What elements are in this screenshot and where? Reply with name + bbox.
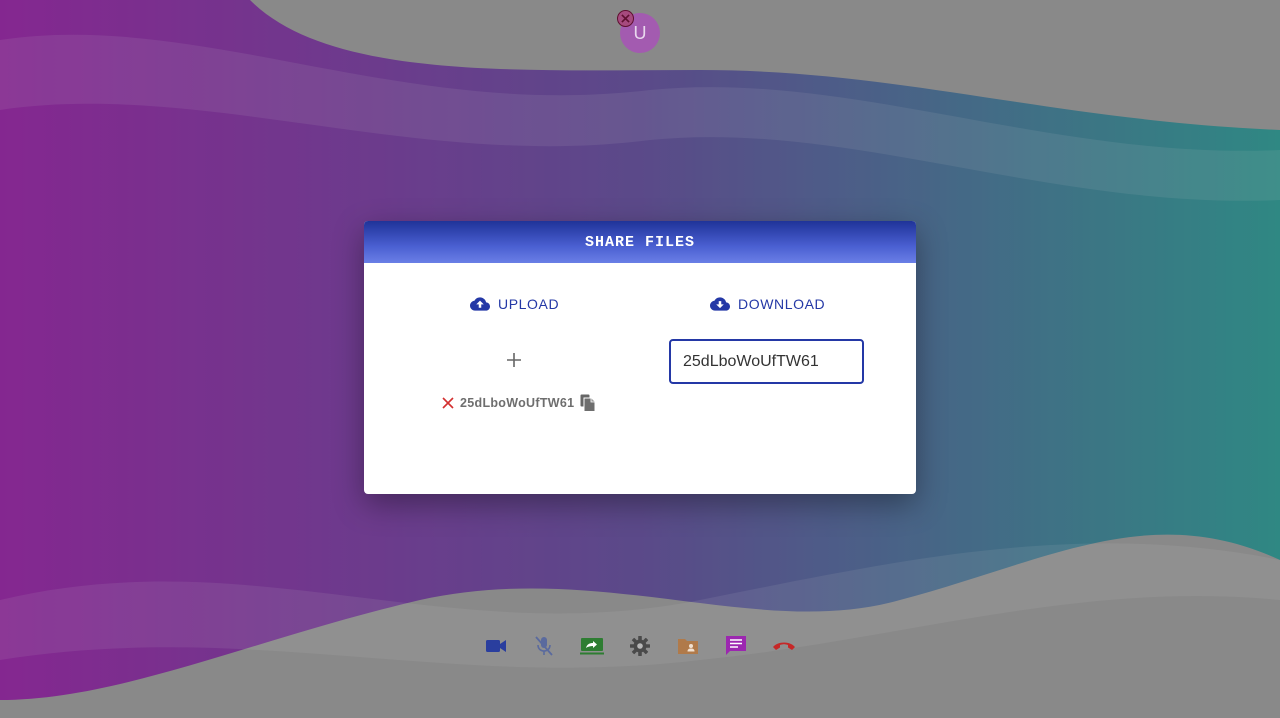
add-file-button[interactable] [504, 348, 524, 372]
plus-icon [507, 353, 521, 367]
hang-up-button[interactable] [772, 634, 796, 658]
call-toolbar [484, 634, 796, 658]
remove-file-icon[interactable] [442, 397, 454, 409]
shared-file-code: 25dLboWoUfTW61 [460, 396, 575, 410]
settings-gear-icon [630, 636, 650, 656]
share-files-dialog: SHARE FILES UPLOAD DOWNLOAD 25dLboWoUfTW… [364, 221, 916, 494]
video-camera-icon [486, 640, 506, 652]
settings-button[interactable] [628, 634, 652, 658]
chat-button[interactable] [724, 634, 748, 658]
hang-up-icon [773, 642, 795, 650]
microphone-button[interactable] [532, 634, 556, 658]
avatar-initial: U [633, 22, 647, 43]
dialog-header: SHARE FILES [364, 221, 916, 263]
upload-tab[interactable]: UPLOAD [470, 295, 559, 313]
download-code-input[interactable] [669, 339, 864, 384]
video-camera-button[interactable] [484, 634, 508, 658]
download-label: DOWNLOAD [738, 296, 826, 312]
microphone-off-icon [535, 636, 553, 656]
cloud-download-icon [710, 297, 730, 311]
shared-folder-button[interactable] [676, 634, 700, 658]
remove-participant-button[interactable] [617, 10, 634, 27]
upload-label: UPLOAD [498, 296, 560, 312]
screen-share-icon [580, 638, 604, 655]
shared-file-item: 25dLboWoUfTW61 [442, 393, 596, 413]
cloud-upload-icon [470, 297, 490, 311]
chat-icon [726, 636, 746, 655]
download-tab[interactable]: DOWNLOAD [710, 295, 825, 313]
close-icon [621, 14, 630, 23]
dialog-title: SHARE FILES [584, 233, 696, 251]
copy-icon[interactable] [580, 394, 596, 412]
shared-folder-icon [678, 639, 698, 654]
screen-share-button[interactable] [580, 634, 604, 658]
